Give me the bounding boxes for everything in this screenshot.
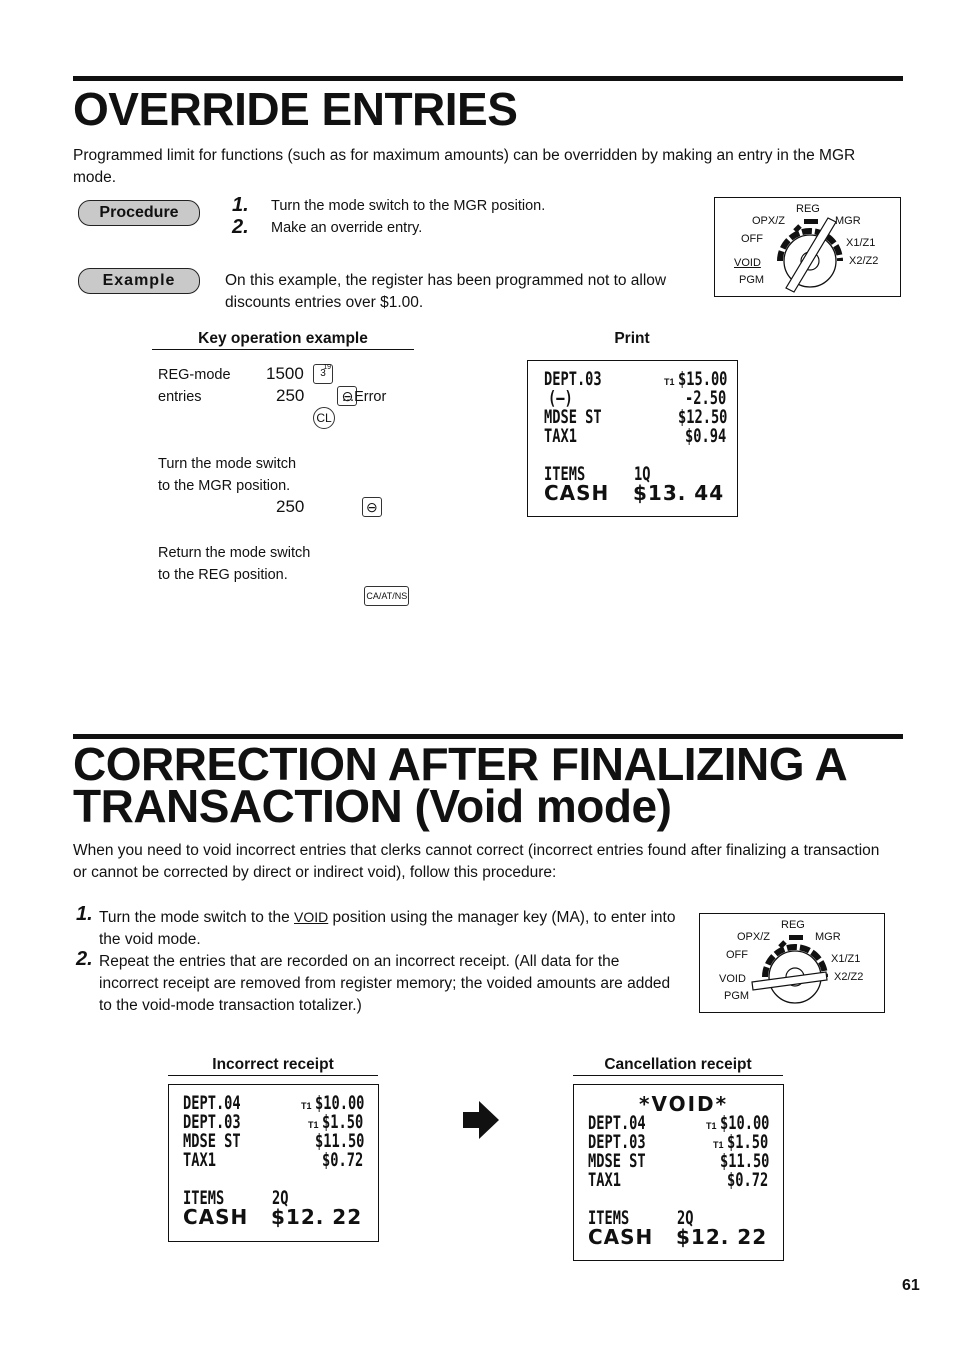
key-operation-header: Key operation example [152,330,414,350]
example-text: On this example, the register has been p… [225,272,667,311]
print-receipt: DEPT.03 T1 $15.00 (—) -2.50 MDSE ST $12.… [527,360,738,517]
minus-key: ⊖ [361,497,382,517]
switch-label: PGM [724,990,750,1002]
section-title: CORRECTION AFTER FINALIZING A [73,738,848,790]
step-text: Turn the mode switch to the MGR position… [271,198,546,214]
switch-label: OFF [726,949,748,961]
step-number: 1. [232,194,249,216]
tax-mark: T1 [713,1140,724,1150]
tax-mark: T1 [664,377,675,387]
key-sup: 19 [323,364,331,371]
entry-value: 250 [276,497,305,516]
mode-switch-diagram: REG OPX/Z MGR OFF X1/Z1 VOID X2/Z2 PGM [714,197,901,297]
receipt-line-amount: $0.94 [685,425,727,447]
step-text: Make an override entry. [271,220,423,236]
section-rule [73,76,903,81]
section-title: OVERRIDE ENTRIES [73,83,518,135]
switch-label: X2/Z2 [834,971,864,983]
receipt-line-label: TAX1 [183,1149,216,1171]
void-label: VOID [294,909,329,925]
receipt-line-amount: $0.72 [322,1149,364,1171]
entry-value: 1500 [266,364,304,383]
tax-mark: T1 [308,1120,319,1130]
step-text: Repeat the entries that are recorded on … [99,953,671,1014]
page-number: 61 [902,1277,920,1294]
switch-label: PGM [739,274,765,286]
step-number: 1. [76,903,93,925]
cash-value: $12. 22 [271,1205,363,1229]
arrow-right-icon [463,1101,499,1139]
tax-mark: T1 [706,1121,717,1131]
mode-key-icon [777,217,843,293]
key-op-label: to the MGR position. [158,478,291,494]
switch-label: X1/Z1 [846,237,876,249]
dept-3-key: 3 19 [313,364,333,384]
switch-label: VOID [719,973,746,985]
receipt-line-amount: $0.72 [727,1169,769,1191]
cancellation-receipt-header: Cancellation receipt [573,1056,783,1076]
section-title: TRANSACTION (Void mode) [73,780,672,832]
cancellation-receipt: *VOID* DEPT.04 T1 $10.00 DEPT.03 T1 $1.5… [573,1084,784,1261]
ca-at-ns-key: CA/AT/NS [364,586,410,606]
void-banner: *VOID* [639,1092,729,1116]
switch-label: OFF [741,233,763,245]
cash-label: CASH [183,1205,249,1229]
receipt-line-label: TAX1 [588,1169,621,1191]
tax-mark: T1 [301,1101,312,1111]
switch-label: REG [796,203,820,215]
switch-label: X2/Z2 [849,255,879,267]
procedure-label: Procedure [78,200,200,226]
key-op-label: REG-mode [158,367,231,383]
switch-label: REG [781,919,805,931]
step-number: 2. [76,948,93,970]
switch-label: X1/Z1 [831,953,861,965]
clear-key: CL [313,407,335,429]
mode-key-icon [751,935,828,1004]
key-op-label: Turn the mode switch [158,456,297,472]
receipt-line-label: TAX1 [544,425,577,447]
cash-value: $13. 44 [633,481,725,505]
key-op-label: to the REG position. [158,567,288,583]
manual-page: OVERRIDE ENTRIES Programmed limit for fu… [0,0,954,1349]
entry-value: 250 [276,386,305,405]
key-op-label: entries [158,389,202,405]
key-op-label: Return the mode switch [158,545,311,561]
step-text: Turn the mode switch to the VOID positio… [99,906,699,951]
cash-label: CASH [588,1225,654,1249]
step-text-part: Turn the mode switch to the [99,909,294,926]
incorrect-receipt-header: Incorrect receipt [168,1056,378,1076]
cash-value: $12. 22 [676,1225,768,1249]
example-label: Example [78,268,200,294]
section-intro: Programmed limit for functions (such as … [73,147,856,186]
switch-label: VOID [734,257,761,269]
section-intro: When you need to void incorrect entries … [73,842,880,881]
mode-switch-diagram: REG OPX/Z MGR OFF X1/Z1 VOID X2/Z2 PGM [699,913,885,1013]
error-text: ...Error [342,389,387,405]
cash-label: CASH [544,481,610,505]
incorrect-receipt: DEPT.04 T1 $10.00 DEPT.03 T1 $1.50 MDSE … [168,1084,379,1242]
print-header: Print [614,330,650,347]
step-number: 2. [232,216,249,238]
